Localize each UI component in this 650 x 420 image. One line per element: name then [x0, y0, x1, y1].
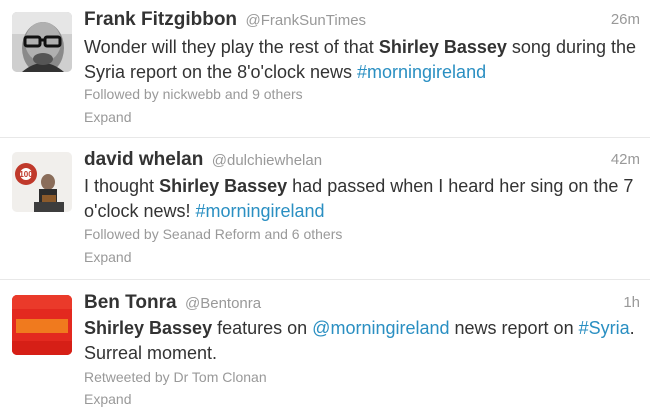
hashtag-link[interactable]: #Syria — [579, 318, 630, 338]
timestamp[interactable]: 42m — [611, 151, 640, 168]
avatar[interactable] — [12, 12, 72, 72]
avatar[interactable]: 100 — [12, 152, 72, 212]
expand-link[interactable]: Expand — [84, 391, 131, 407]
social-context[interactable]: Retweeted by Dr Tom Clonan — [84, 369, 267, 385]
keyword-highlight: Shirley Bassey — [84, 318, 213, 338]
avatar-sign-text: 100 — [19, 170, 33, 179]
tweet-text: Wonder will they play the rest of that S… — [84, 35, 639, 85]
tweet-text: I thought Shirley Bassey had passed when… — [84, 174, 639, 224]
author-handle[interactable]: @dulchiewhelan — [212, 152, 322, 169]
social-context[interactable]: Followed by Seanad Reform and 6 others — [84, 226, 342, 242]
hashtag-link[interactable]: #morningireland — [357, 62, 486, 82]
author-name[interactable]: Ben Tonra — [84, 292, 177, 313]
text-part: features on — [212, 318, 313, 338]
text-part: news report on — [449, 318, 579, 338]
avatar-photo: 100 — [12, 152, 72, 212]
hashtag-link[interactable]: #morningireland — [195, 201, 324, 221]
author-handle[interactable]: @Bentonra — [185, 295, 261, 312]
tweet-2[interactable]: 100 david whelan @dulchiewhelan 42m I th… — [0, 139, 650, 280]
expand-link[interactable]: Expand — [84, 249, 131, 265]
tweet-text: Shirley Bassey features on @morningirela… — [84, 316, 639, 366]
avatar-photo — [12, 295, 72, 355]
tweet-3[interactable]: Ben Tonra @Bentonra 1h Shirley Bassey fe… — [0, 281, 650, 420]
social-context[interactable]: Followed by nickwebb and 9 others — [84, 86, 303, 102]
tweet-1[interactable]: Frank Fitzgibbon @FrankSunTimes 26m Wond… — [0, 0, 650, 138]
keyword-highlight: Shirley Bassey — [378, 37, 507, 57]
text-part: Wonder will they play the rest of that — [84, 37, 379, 57]
keyword-highlight: Shirley Bassey — [159, 176, 288, 196]
mention-link[interactable]: @morningireland — [312, 318, 449, 338]
avatar-photo — [12, 12, 72, 72]
timestamp[interactable]: 26m — [611, 11, 640, 28]
author-name[interactable]: Frank Fitzgibbon — [84, 9, 237, 30]
author-handle[interactable]: @FrankSunTimes — [246, 12, 367, 29]
author-name[interactable]: david whelan — [84, 149, 203, 170]
avatar[interactable] — [12, 295, 72, 355]
expand-link[interactable]: Expand — [84, 109, 131, 125]
text-part: I thought — [84, 176, 160, 196]
timestamp[interactable]: 1h — [623, 294, 640, 311]
